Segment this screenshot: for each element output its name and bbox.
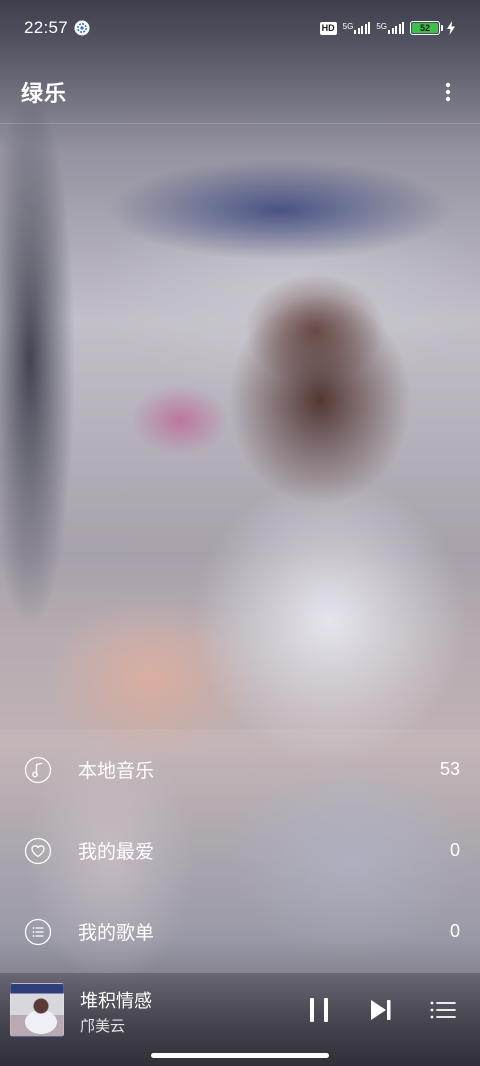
gear-icon (74, 20, 90, 36)
network-type-label: 5G (342, 22, 354, 31)
track-artist: 邝美云 (80, 1017, 126, 1035)
charging-icon (447, 21, 455, 35)
clock: 22:57 (24, 18, 69, 37)
menu-item-count: 0 (449, 840, 460, 860)
more-vertical-icon[interactable] (436, 80, 460, 104)
menu-item-label: 我的最爱 (78, 841, 155, 863)
app-title: 绿乐 (21, 81, 68, 107)
queue-icon (430, 1001, 456, 1019)
app-bar: 绿乐 (0, 60, 480, 124)
menu-item-label: 本地音乐 (78, 760, 155, 782)
menu-item-playlists[interactable]: 我的歌单 0 (0, 891, 480, 972)
menu-item-favorites[interactable]: 我的最爱 0 (0, 810, 480, 891)
playlist-icon (24, 918, 52, 945)
battery-level: 52 (412, 23, 438, 33)
now-playing-bar[interactable]: 堆积情感 邝美云 (0, 973, 480, 1066)
next-button[interactable] (366, 995, 396, 1025)
heart-icon (24, 837, 52, 864)
menu-item-label: 我的歌单 (78, 922, 155, 944)
status-right: HD 5G 5G 52 (319, 21, 456, 35)
signal-1: 5G (343, 22, 371, 34)
album-cover[interactable] (10, 983, 64, 1037)
signal-icon (388, 22, 404, 34)
status-bar: 22:57 HD 5G 5G 52 (0, 0, 480, 56)
battery-icon: 52 (410, 21, 443, 35)
signal-2: 5G (376, 22, 404, 34)
skip-next-icon (371, 1000, 391, 1020)
library-menu: 本地音乐 53 我的最爱 0 我的歌单 0 (0, 729, 480, 973)
track-title: 堆积情感 (80, 991, 152, 1012)
music-note-icon (24, 756, 52, 783)
home-indicator[interactable] (151, 1053, 329, 1058)
network-type-label: 5G (376, 22, 387, 31)
menu-item-count: 53 (439, 759, 460, 779)
pause-button[interactable] (304, 995, 334, 1025)
status-left: 22:57 (24, 18, 90, 38)
menu-item-local-music[interactable]: 本地音乐 53 (0, 729, 480, 810)
queue-button[interactable] (428, 995, 458, 1025)
pause-icon (310, 998, 328, 1022)
hd-badge: HD (319, 21, 337, 35)
signal-icon (354, 22, 371, 34)
menu-item-count: 0 (449, 921, 460, 941)
